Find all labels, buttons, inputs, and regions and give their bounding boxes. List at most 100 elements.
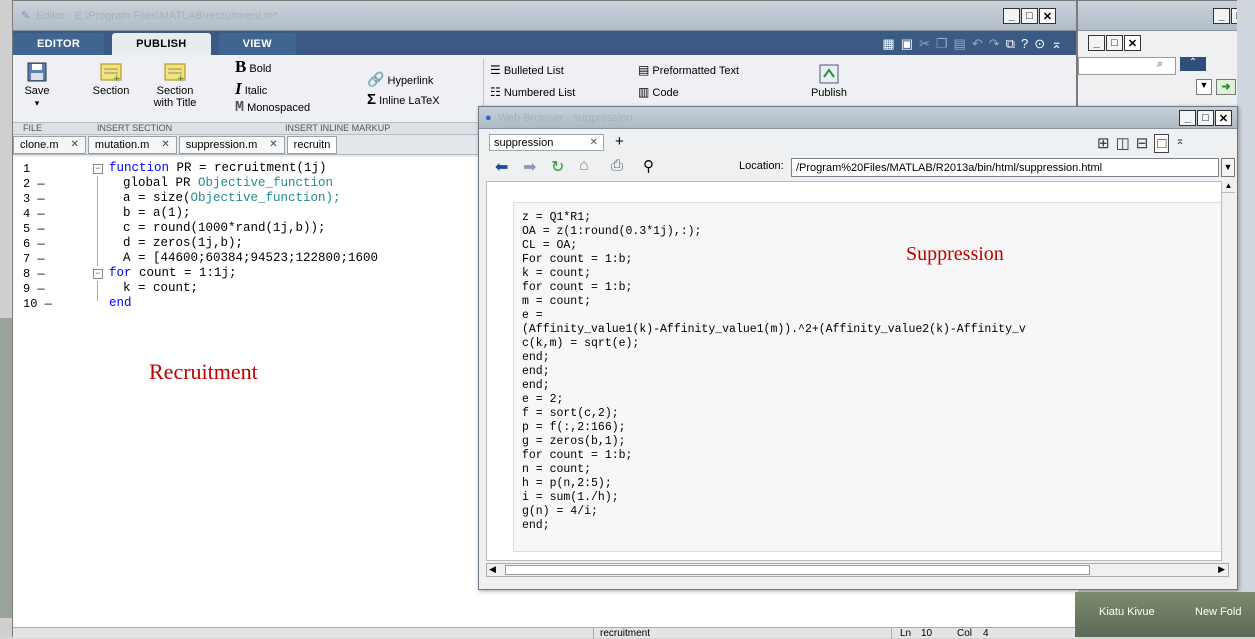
code-line: global PR Objective_function <box>123 176 333 190</box>
close-icon[interactable]: ✕ <box>269 139 277 150</box>
code-line: g = zeros(b,1); <box>522 435 626 448</box>
inline-latex-button[interactable]: Σ Inline LaTeX <box>367 91 477 108</box>
code-button[interactable]: ▥ Code <box>638 85 738 99</box>
monospaced-button[interactable]: M Monospaced <box>235 99 345 116</box>
help-icon[interactable]: ? <box>1021 36 1028 52</box>
file-tab-label: mutation.m <box>94 138 150 151</box>
layout-controls: ⊞ ◫ ⊟ □ ⌅ <box>1097 134 1185 153</box>
taskbar-item-1[interactable]: Kiatu Kivue <box>1099 606 1155 618</box>
scroll-thumb[interactable] <box>505 565 1090 575</box>
maximize-icon[interactable]: □ <box>1106 35 1123 51</box>
tab-view[interactable]: VIEW <box>218 33 296 55</box>
line-number: 4 — <box>23 207 45 221</box>
refresh-icon[interactable]: ↻ <box>551 157 564 177</box>
options-icon[interactable]: ⊙ <box>1034 36 1045 52</box>
horizontal-scrollbar[interactable]: ◀ ▶ <box>486 563 1229 577</box>
collapse-icon[interactable]: ⌃ <box>1180 57 1206 71</box>
code-line: n = count; <box>522 463 592 476</box>
code-line: for count = 1:1j; <box>109 266 237 280</box>
code-line: k = count; <box>123 281 199 295</box>
cut-icon[interactable]: ✂ <box>919 36 930 52</box>
code-line: p = f(:,2:166); <box>522 421 626 434</box>
browser-tab-suppression[interactable]: suppression ✕ <box>489 134 604 151</box>
single-layout-icon[interactable]: □ <box>1154 134 1170 153</box>
taskbar-item-2[interactable]: New Fold <box>1195 606 1241 618</box>
file-tab-mutation[interactable]: mutation.m ✕ <box>87 135 177 154</box>
line-number: 2 — <box>23 177 45 191</box>
grid-layout-icon[interactable]: ⊞ <box>1097 134 1110 153</box>
redo-icon[interactable]: ↷ <box>989 36 1000 52</box>
find-icon[interactable]: ⚲ <box>643 157 654 175</box>
rows-layout-icon[interactable]: ⊟ <box>1136 134 1149 153</box>
scroll-left-icon[interactable]: ◀ <box>489 564 496 575</box>
minimize-icon[interactable]: _ <box>1213 8 1230 24</box>
home-icon[interactable]: ⌂ <box>579 157 589 175</box>
close-icon[interactable]: ✕ <box>1124 35 1141 51</box>
code-line: c(k,m) = sqrt(e); <box>522 337 640 350</box>
file-tab-clone[interactable]: clone.m ✕ <box>13 135 86 154</box>
close-icon[interactable]: ✕ <box>590 137 598 148</box>
location-input[interactable]: /Program%20Files/MATLAB/R2013a/bin/html/… <box>791 158 1219 177</box>
new-tab-icon[interactable]: + <box>615 133 624 150</box>
back-icon[interactable]: ⬅ <box>495 157 508 177</box>
section-with-title-button[interactable]: + Section with Title <box>145 61 205 109</box>
code-line: f = sort(c,2); <box>522 407 619 420</box>
dropdown-icon[interactable]: ▼ <box>1196 79 1212 95</box>
browser-titlebar: ● Web Browser - suppression _ □ ✕ <box>479 107 1237 129</box>
bold-button[interactable]: B Bold <box>235 57 335 77</box>
minimize-icon[interactable]: _ <box>1003 8 1020 24</box>
save-label: Save <box>24 85 50 97</box>
italic-label: Italic <box>244 85 268 97</box>
line-number: 5 — <box>23 222 45 236</box>
file-tab-recruitment[interactable]: recruitn <box>286 135 338 154</box>
code-token: global PR <box>123 176 199 190</box>
close-icon[interactable]: ✕ <box>71 139 79 150</box>
fold-toggle-icon[interactable]: − <box>93 269 103 279</box>
italic-icon: I <box>235 79 242 98</box>
hyperlink-button[interactable]: 🔗 Hyperlink <box>367 71 477 88</box>
tab-publish[interactable]: PUBLISH <box>112 33 211 55</box>
taskbar-thumbnail[interactable]: Kiatu Kivue New Fold <box>1075 592 1255 637</box>
undo-icon[interactable]: ↶ <box>972 36 983 52</box>
scroll-right-icon[interactable]: ▶ <box>1218 564 1225 575</box>
go-arrow-icon[interactable]: ➜ <box>1216 79 1236 95</box>
maximize-icon[interactable]: □ <box>1021 8 1038 24</box>
close-icon[interactable]: ✕ <box>1039 8 1056 24</box>
collapse-ribbon-icon[interactable]: ⌅ <box>1051 36 1062 52</box>
save-button[interactable]: Save ▾ <box>17 61 57 109</box>
file-tab-label: clone.m <box>20 138 59 151</box>
minimize-icon[interactable]: _ <box>1088 35 1105 51</box>
print-icon[interactable]: ⎙ <box>611 157 623 174</box>
tab-editor[interactable]: EDITOR <box>13 33 105 55</box>
section-label: Section <box>92 85 130 97</box>
editor-window-controls: _ □ ✕ <box>1003 8 1056 24</box>
section-button[interactable]: + Section <box>87 61 135 97</box>
close-icon[interactable]: ✕ <box>1215 110 1232 126</box>
group-label-insert-inline-markup: INSERT INLINE MARKUP <box>285 123 391 133</box>
bulleted-list-button[interactable]: ☰ Bulleted List <box>490 63 630 77</box>
dock-icon[interactable]: ⌅ <box>1175 134 1184 153</box>
close-icon[interactable]: ✕ <box>161 139 169 150</box>
paste-icon[interactable]: ▤ <box>954 36 966 52</box>
vertical-scrollbar[interactable]: ▲ <box>1221 181 1235 561</box>
numbered-list-button[interactable]: ☷ Numbered List <box>490 85 630 99</box>
line-number: 6 — <box>23 237 45 251</box>
copy-icon[interactable]: ❐ <box>936 36 948 52</box>
switch-window-icon[interactable]: ⧉ <box>1006 36 1015 52</box>
layout-icon[interactable]: ▦ <box>882 36 894 52</box>
preformatted-text-button[interactable]: ▤ Preformatted Text <box>638 63 798 77</box>
fold-toggle-icon[interactable]: − <box>93 164 103 174</box>
browser-page: z = Q1*R1; OA = z(1:round(0.3*1j),:); CL… <box>486 181 1233 561</box>
save-icon[interactable]: ▣ <box>901 36 913 52</box>
forward-icon[interactable]: ➡ <box>523 157 536 177</box>
italic-button[interactable]: I Italic <box>235 79 335 99</box>
location-dropdown-icon[interactable]: ▼ <box>1221 158 1235 177</box>
file-tab-suppression[interactable]: suppression.m ✕ <box>178 135 285 154</box>
maximize-icon[interactable]: □ <box>1197 110 1214 126</box>
scroll-up-icon[interactable]: ▲ <box>1222 181 1235 193</box>
search-icon[interactable]: ⌕ <box>1078 57 1176 75</box>
minimize-icon[interactable]: _ <box>1179 110 1196 126</box>
publish-button[interactable]: Publish <box>803 63 855 99</box>
file-tab-label: recruitn <box>293 138 331 151</box>
columns-layout-icon[interactable]: ◫ <box>1116 134 1130 153</box>
